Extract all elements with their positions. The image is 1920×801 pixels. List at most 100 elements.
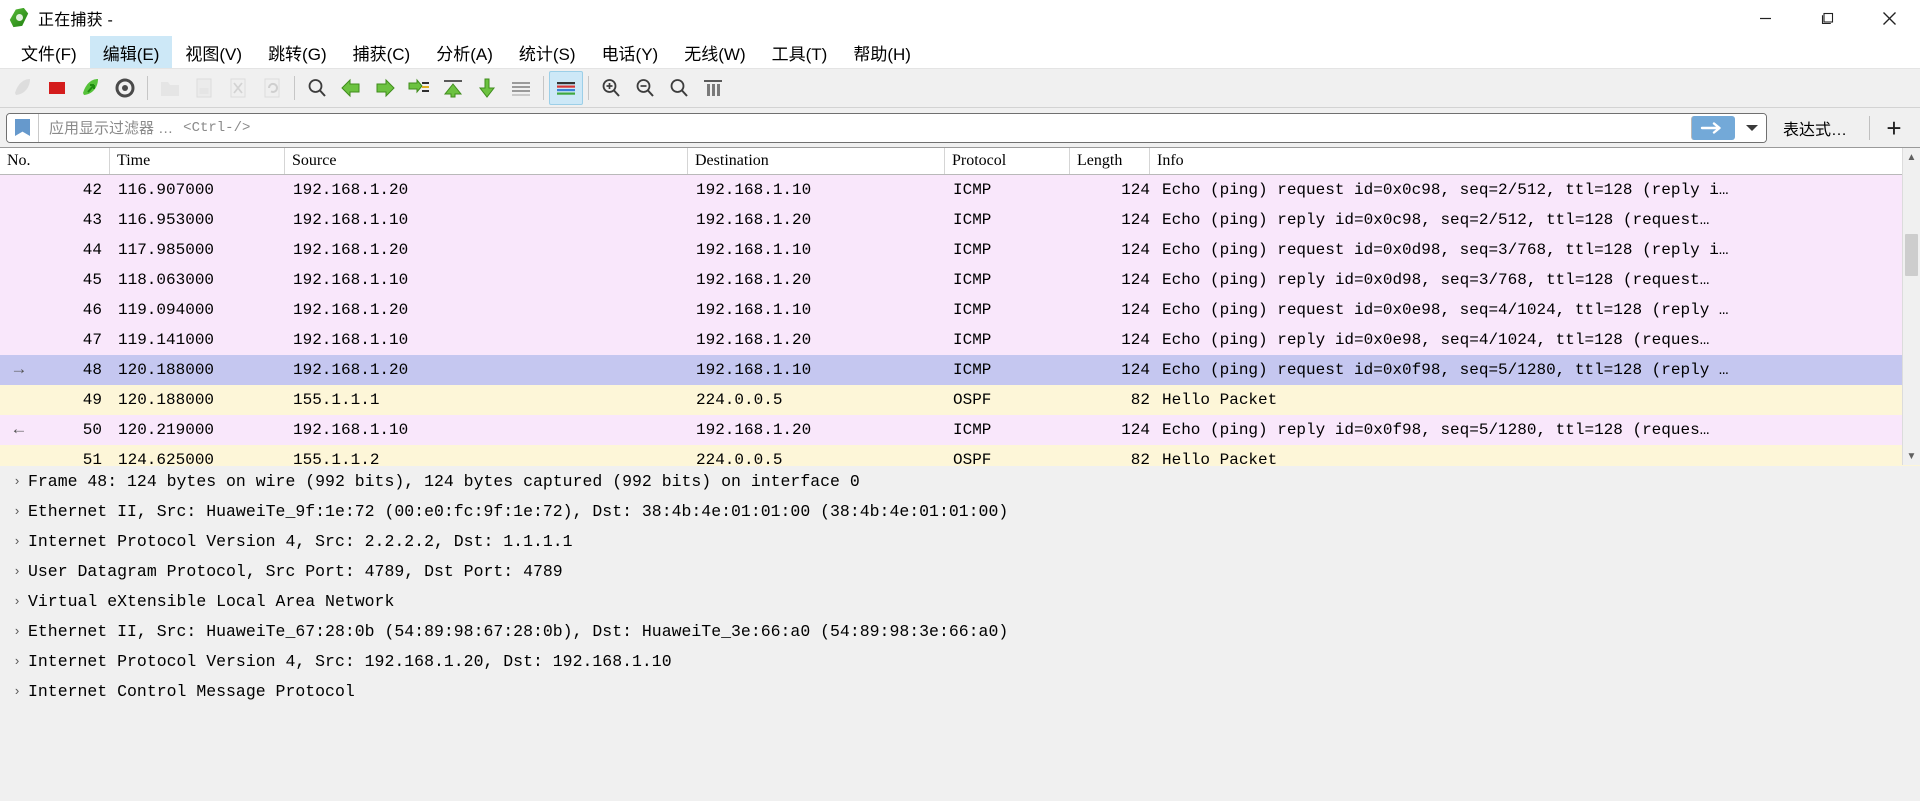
zoom-out-icon[interactable] xyxy=(628,71,662,105)
reload-file-icon[interactable] xyxy=(255,71,289,105)
cell-source: 192.168.1.10 xyxy=(293,211,409,229)
go-to-packet-icon[interactable] xyxy=(402,71,436,105)
stop-capture-icon[interactable] xyxy=(40,71,74,105)
cell-time: 119.141000 xyxy=(118,331,215,349)
table-row[interactable]: 49 120.188000 155.1.1.1 224.0.0.5 OSPF 8… xyxy=(0,385,1920,415)
start-capture-icon[interactable] xyxy=(6,71,40,105)
detail-tree-item-frame[interactable]: › Frame 48: 124 bytes on wire (992 bits)… xyxy=(0,466,1920,496)
row-marker-request: → xyxy=(13,360,25,380)
scroll-down-icon[interactable]: ▼ xyxy=(1903,447,1920,465)
detail-tree-item-udp[interactable]: › User Datagram Protocol, Src Port: 4789… xyxy=(0,556,1920,586)
detail-text: Virtual eXtensible Local Area Network xyxy=(28,591,395,611)
cell-no: 48 xyxy=(82,361,102,379)
restart-capture-icon[interactable] xyxy=(74,71,108,105)
chevron-right-icon[interactable]: › xyxy=(6,564,28,579)
cell-info: Hello Packet xyxy=(1162,391,1278,409)
auto-scroll-icon[interactable] xyxy=(504,71,538,105)
menu-statistics[interactable]: 统计(S) xyxy=(506,36,589,68)
chevron-right-icon[interactable]: › xyxy=(6,594,28,609)
filter-placeholder-text: 应用显示过滤器 … xyxy=(49,120,174,137)
menu-go[interactable]: 跳转(G) xyxy=(255,36,340,68)
chevron-right-icon[interactable]: › xyxy=(6,624,28,639)
resize-columns-icon[interactable] xyxy=(696,71,730,105)
colorize-packets-icon[interactable] xyxy=(549,71,583,105)
detail-tree-item-ethernet-inner[interactable]: › Ethernet II, Src: HuaweiTe_67:28:0b (5… xyxy=(0,616,1920,646)
cell-length: 124 xyxy=(1121,241,1150,259)
chevron-down-icon[interactable] xyxy=(1737,113,1766,142)
open-file-icon[interactable] xyxy=(153,71,187,105)
chevron-right-icon[interactable]: › xyxy=(6,654,28,669)
cell-protocol: ICMP xyxy=(953,241,992,259)
chevron-right-icon[interactable]: › xyxy=(6,474,28,489)
go-back-icon[interactable] xyxy=(334,71,368,105)
detail-tree-item-ipv4-outer[interactable]: › Internet Protocol Version 4, Src: 2.2.… xyxy=(0,526,1920,556)
minimize-icon[interactable] xyxy=(1734,0,1796,36)
save-file-icon[interactable] xyxy=(187,71,221,105)
chevron-right-icon[interactable]: › xyxy=(6,684,28,699)
menu-tools[interactable]: 工具(T) xyxy=(759,36,841,68)
cell-length: 124 xyxy=(1121,421,1150,439)
column-header-destination[interactable]: Destination xyxy=(688,148,945,174)
column-header-time[interactable]: Time xyxy=(110,148,285,174)
close-file-icon[interactable] xyxy=(221,71,255,105)
arrow-right-icon[interactable] xyxy=(1690,115,1735,140)
menu-capture[interactable]: 捕获(C) xyxy=(340,36,424,68)
cell-time: 120.188000 xyxy=(118,391,215,409)
bookmark-icon[interactable] xyxy=(7,113,39,142)
menu-wireless[interactable]: 无线(W) xyxy=(671,36,758,68)
menu-view[interactable]: 视图(V) xyxy=(172,36,255,68)
cell-no: 42 xyxy=(82,181,102,199)
zoom-in-icon[interactable] xyxy=(594,71,628,105)
menu-edit[interactable]: 编辑(E) xyxy=(89,36,173,68)
table-row[interactable]: 47 119.141000 192.168.1.10 192.168.1.20 … xyxy=(0,325,1920,355)
maximize-icon[interactable] xyxy=(1796,0,1858,36)
detail-tree-item-ipv4-inner[interactable]: › Internet Protocol Version 4, Src: 192.… xyxy=(0,646,1920,676)
table-row[interactable]: 43 116.953000 192.168.1.10 192.168.1.20 … xyxy=(0,205,1920,235)
table-row[interactable]: ← 50 120.219000 192.168.1.10 192.168.1.2… xyxy=(0,415,1920,445)
menu-file[interactable]: 文件(F) xyxy=(8,36,90,68)
detail-text: Internet Protocol Version 4, Src: 192.16… xyxy=(28,651,672,671)
cell-protocol: ICMP xyxy=(953,301,992,319)
packet-list-header: No. Time Source Destination Protocol Len… xyxy=(0,148,1920,175)
column-header-no[interactable]: No. xyxy=(0,148,110,174)
column-header-source[interactable]: Source xyxy=(285,148,688,174)
filter-expression-button[interactable]: 表达式… xyxy=(1767,113,1863,143)
cell-no: 47 xyxy=(82,331,102,349)
detail-text: Internet Control Message Protocol xyxy=(28,681,355,701)
cell-destination: 192.168.1.20 xyxy=(696,211,812,229)
add-filter-button[interactable]: + xyxy=(1876,113,1912,143)
table-row-selected[interactable]: → 48 120.188000 192.168.1.20 192.168.1.1… xyxy=(0,355,1920,385)
cell-no: 45 xyxy=(82,271,102,289)
cell-info: Echo (ping) reply id=0x0e98, seq=4/1024,… xyxy=(1162,331,1710,349)
menu-help[interactable]: 帮助(H) xyxy=(840,36,924,68)
capture-options-icon[interactable] xyxy=(108,71,142,105)
display-filter-input-wrapper[interactable]: 应用显示过滤器 … <Ctrl-/> xyxy=(6,112,1767,143)
packet-list-scrollbar[interactable]: ▲ ▼ xyxy=(1902,148,1920,465)
find-packet-icon[interactable] xyxy=(300,71,334,105)
column-header-length[interactable]: Length xyxy=(1070,148,1150,174)
cell-destination: 192.168.1.20 xyxy=(696,421,812,439)
column-header-info[interactable]: Info xyxy=(1150,148,1184,174)
chevron-right-icon[interactable]: › xyxy=(6,504,28,519)
search-input[interactable]: 应用显示过滤器 … <Ctrl-/> xyxy=(39,114,1691,142)
go-to-last-packet-icon[interactable] xyxy=(470,71,504,105)
close-icon[interactable] xyxy=(1858,0,1920,36)
scrollbar-thumb[interactable] xyxy=(1905,234,1918,276)
menu-analyze[interactable]: 分析(A) xyxy=(423,36,506,68)
detail-text: Internet Protocol Version 4, Src: 2.2.2.… xyxy=(28,531,573,551)
detail-tree-item-icmp[interactable]: › Internet Control Message Protocol xyxy=(0,676,1920,706)
menu-telephony[interactable]: 电话(Y) xyxy=(589,36,672,68)
zoom-reset-icon[interactable] xyxy=(662,71,696,105)
table-row[interactable]: 42 116.907000 192.168.1.20 192.168.1.10 … xyxy=(0,175,1920,205)
detail-tree-item-ethernet-outer[interactable]: › Ethernet II, Src: HuaweiTe_9f:1e:72 (0… xyxy=(0,496,1920,526)
go-to-first-packet-icon[interactable] xyxy=(436,71,470,105)
table-row[interactable]: 46 119.094000 192.168.1.20 192.168.1.10 … xyxy=(0,295,1920,325)
column-header-protocol[interactable]: Protocol xyxy=(945,148,1070,174)
detail-tree-item-vxlan[interactable]: › Virtual eXtensible Local Area Network xyxy=(0,586,1920,616)
table-row[interactable]: 44 117.985000 192.168.1.20 192.168.1.10 … xyxy=(0,235,1920,265)
scroll-up-icon[interactable]: ▲ xyxy=(1903,148,1920,166)
table-row[interactable]: 45 118.063000 192.168.1.10 192.168.1.20 … xyxy=(0,265,1920,295)
go-forward-icon[interactable] xyxy=(368,71,402,105)
toolbar-separator xyxy=(147,76,148,100)
chevron-right-icon[interactable]: › xyxy=(6,534,28,549)
